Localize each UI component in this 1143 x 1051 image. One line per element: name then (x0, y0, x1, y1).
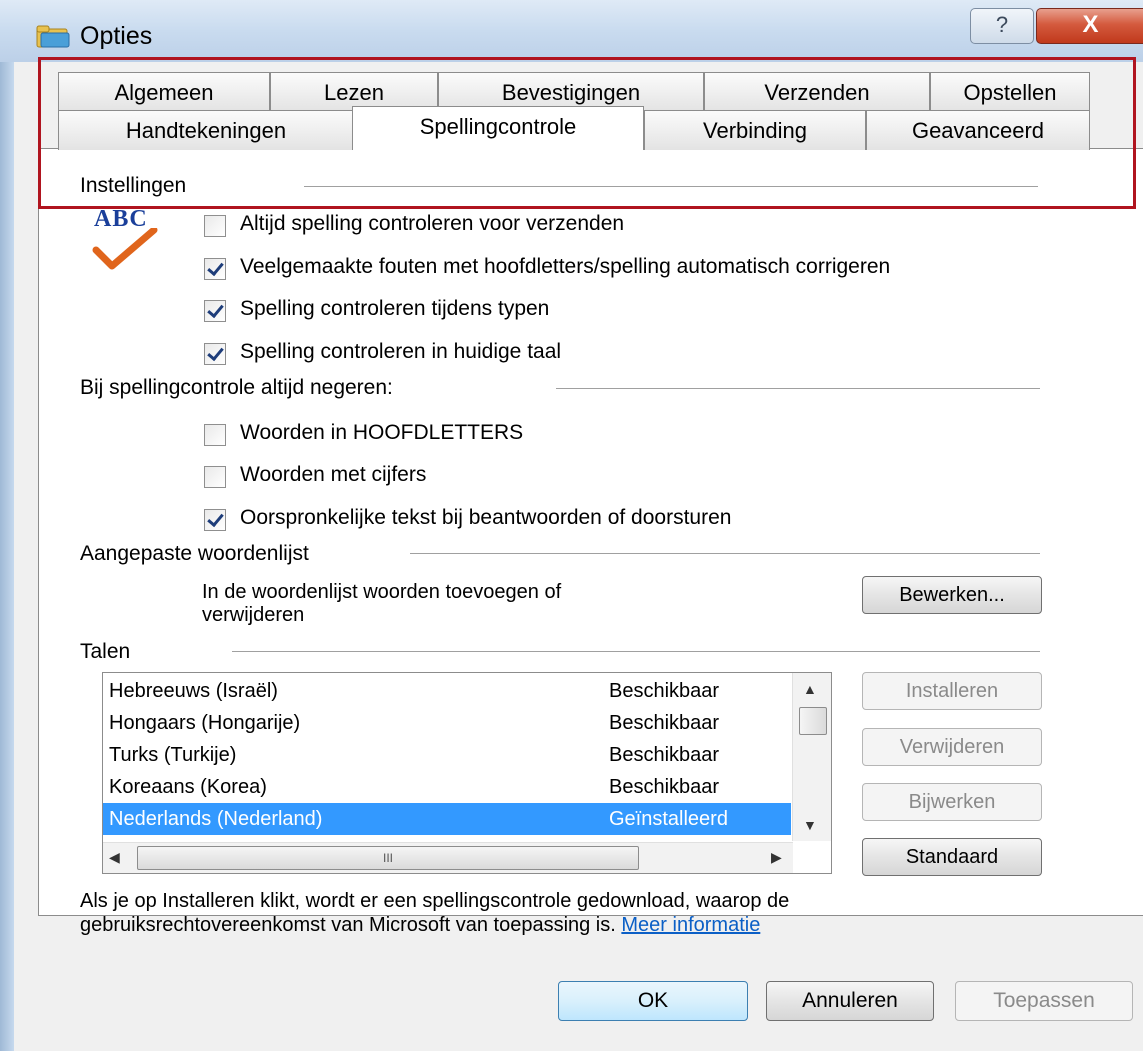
window-title: Opties (80, 22, 153, 50)
language-status: Beschikbaar (609, 680, 720, 702)
language-name: Koreaans (Korea) (109, 776, 267, 798)
checkbox-check-while-typing[interactable] (204, 300, 226, 322)
cancel-button[interactable]: Annuleren (766, 981, 934, 1021)
languages-divider (232, 651, 1040, 652)
settings-divider (304, 186, 1038, 187)
title-bar[interactable]: Opties ? X (0, 0, 1143, 62)
ignore-divider (556, 388, 1040, 389)
languages-list[interactable]: Hebreeuws (Israël) Beschikbaar Hongaars … (102, 672, 832, 874)
horizontal-scrollbar[interactable]: ◀ III ▶ (103, 842, 793, 873)
list-item-selected[interactable]: Nederlands (Nederland) Geïnstalleerd (103, 803, 791, 835)
language-name: Nederlands (Nederland) (109, 808, 323, 830)
label-ignore-numbers: Woorden met cijfers (240, 463, 427, 486)
language-name: Hongaars (Hongarije) (109, 712, 301, 734)
tab-opstellen[interactable]: Opstellen (930, 72, 1090, 112)
install-button[interactable]: Installeren (862, 672, 1042, 710)
language-status: Geïnstalleerd (609, 808, 728, 830)
tab-geavanceerd[interactable]: Geavanceerd (866, 110, 1090, 150)
edit-dictionary-button[interactable]: Bewerken... (862, 576, 1042, 614)
help-button[interactable]: ? (970, 8, 1034, 44)
install-notice-line2: gebruiksrechtovereenkomst van Microsoft … (80, 914, 760, 937)
scroll-thumb[interactable] (799, 707, 827, 735)
folder-icon (36, 24, 70, 48)
install-notice-line1: Als je op Installeren klikt, wordt er ee… (80, 890, 790, 912)
custom-dictionary-divider (410, 553, 1040, 554)
languages-heading: Talen (80, 640, 131, 663)
ok-button[interactable]: OK (558, 981, 748, 1021)
scroll-right-arrow-icon[interactable]: ▶ (771, 849, 782, 866)
vertical-scrollbar[interactable]: ▲ ▼ (792, 673, 831, 841)
checkbox-ignore-uppercase[interactable] (204, 424, 226, 446)
language-status: Beschikbaar (609, 744, 720, 766)
label-autocorrect: Veelgemaakte fouten met hoofdletters/spe… (240, 255, 891, 278)
apply-button[interactable]: Toepassen (955, 981, 1133, 1021)
window-border (0, 62, 14, 1051)
checkbox-autocorrect[interactable] (204, 258, 226, 280)
checkbox-check-current-language[interactable] (204, 343, 226, 365)
language-name: Hebreeuws (Israël) (109, 680, 278, 702)
label-check-current-language: Spelling controleren in huidige taal (240, 340, 562, 363)
scroll-left-arrow-icon[interactable]: ◀ (109, 849, 120, 866)
settings-heading: Instellingen (80, 174, 187, 197)
list-item[interactable]: Turks (Turkije) Beschikbaar (103, 739, 791, 771)
list-item[interactable]: Hongaars (Hongarije) Beschikbaar (103, 707, 791, 739)
tab-verbinding[interactable]: Verbinding (644, 110, 866, 150)
options-window: Opties ? X Algemeen Lezen Bevestigingen … (0, 0, 1143, 1051)
close-button[interactable]: X (1036, 8, 1143, 44)
language-name: Turks (Turkije) (109, 744, 237, 766)
tab-handtekeningen[interactable]: Handtekeningen (58, 110, 354, 150)
label-ignore-original-text: Oorspronkelijke tekst bij beantwoorden o… (240, 506, 732, 529)
hscroll-thumb[interactable]: III (137, 846, 639, 870)
list-item[interactable]: Hebreeuws (Israël) Beschikbaar (103, 675, 791, 707)
scroll-down-arrow-icon[interactable]: ▼ (803, 817, 817, 833)
checkbox-ignore-original-text[interactable] (204, 509, 226, 531)
set-default-button[interactable]: Standaard (862, 838, 1042, 876)
checkbox-ignore-numbers[interactable] (204, 466, 226, 488)
custom-dictionary-description-1: In de woordenlijst woorden toevoegen of (202, 581, 562, 603)
update-button[interactable]: Bijwerken (862, 783, 1042, 821)
tab-algemeen[interactable]: Algemeen (58, 72, 270, 112)
spellcheck-abc-icon: ABC (90, 206, 170, 270)
list-item[interactable]: Koreaans (Korea) Beschikbaar (103, 771, 791, 803)
tab-spellingcontrole[interactable]: Spellingcontrole (352, 106, 644, 150)
label-always-check-before-send: Altijd spelling controleren voor verzend… (240, 212, 625, 235)
label-check-while-typing: Spelling controleren tijdens typen (240, 297, 550, 320)
scroll-up-arrow-icon[interactable]: ▲ (803, 681, 817, 697)
more-info-link[interactable]: Meer informatie (621, 914, 760, 936)
label-ignore-uppercase: Woorden in HOOFDLETTERS (240, 421, 524, 444)
install-notice-text: gebruiksrechtovereenkomst van Microsoft … (80, 914, 622, 936)
custom-dictionary-description-2: verwijderen (202, 604, 305, 626)
language-status: Beschikbaar (609, 712, 720, 734)
checkbox-always-check-before-send[interactable] (204, 215, 226, 237)
ignore-heading: Bij spellingcontrole altijd negeren: (80, 376, 393, 399)
remove-button[interactable]: Verwijderen (862, 728, 1042, 766)
custom-dictionary-heading: Aangepaste woordenlijst (80, 542, 309, 565)
tab-verzenden[interactable]: Verzenden (704, 72, 930, 112)
language-status: Beschikbaar (609, 776, 720, 798)
